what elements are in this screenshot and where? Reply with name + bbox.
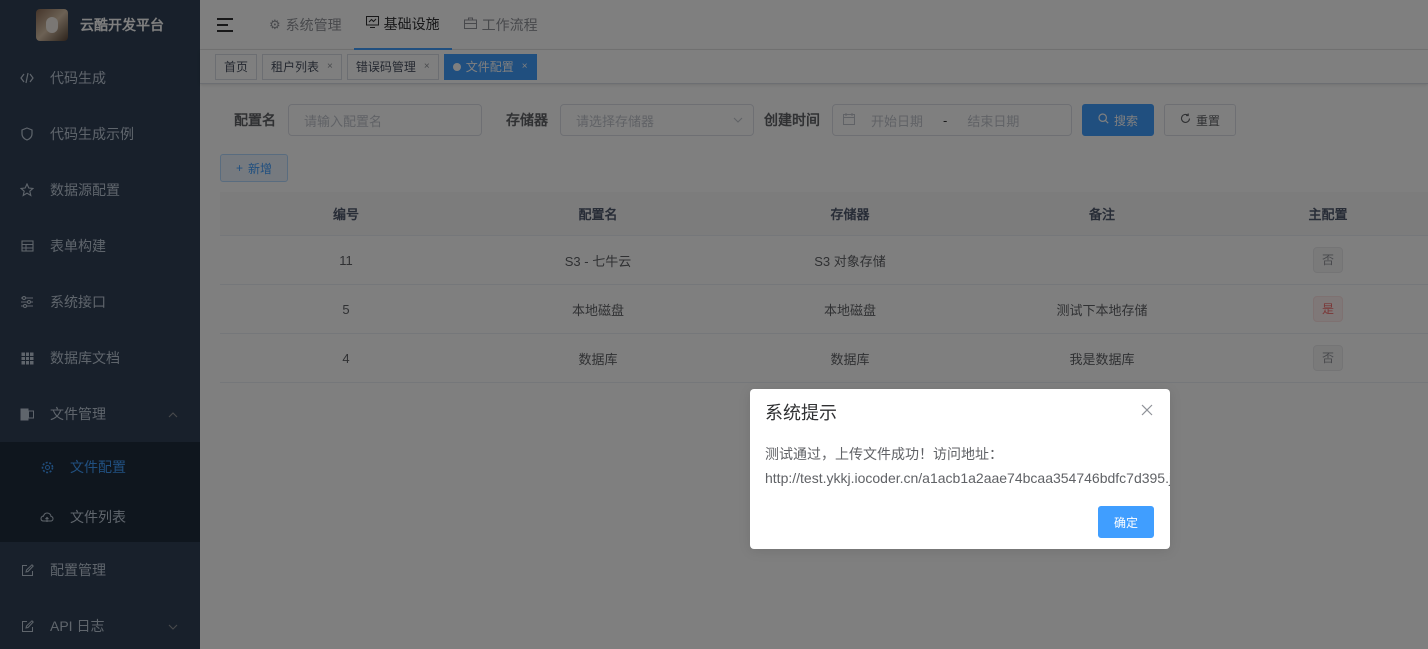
system-prompt-dialog: 系统提示 测试通过，上传文件成功！访问地址： http://test.ykkj.… <box>750 389 1170 549</box>
dialog-message-url: http://test.ykkj.iocoder.cn/a1acb1a2aae7… <box>765 470 1170 486</box>
dialog-header: 系统提示 <box>750 389 1170 432</box>
dialog-message: 测试通过，上传文件成功！访问地址： http://test.ykkj.iocod… <box>750 432 1170 500</box>
dialog-footer: 确定 <box>1097 506 1154 538</box>
dialog-title: 系统提示 <box>765 403 837 423</box>
modal-mask[interactable] <box>0 0 1428 649</box>
close-icon[interactable] <box>1141 403 1153 421</box>
dialog-message-line: 测试通过，上传文件成功！访问地址： <box>765 446 1003 462</box>
confirm-button[interactable]: 确定 <box>1097 506 1154 538</box>
